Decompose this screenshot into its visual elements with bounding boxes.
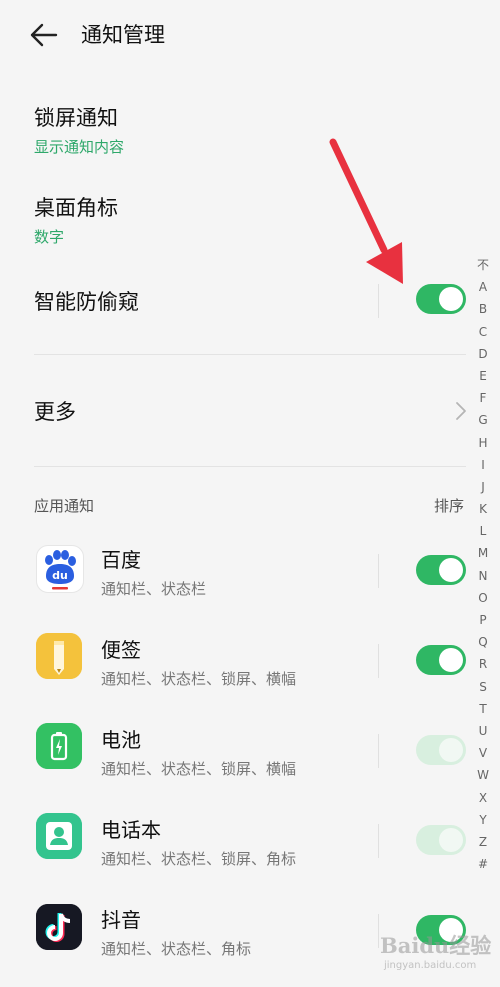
app-row-notes[interactable]: 便签 通知栏、状态栏、锁屏、横幅 <box>0 630 500 700</box>
alphabet-index-letter[interactable]: A <box>472 276 494 298</box>
app-row-contacts[interactable]: 电话本 通知栏、状态栏、锁屏、角标 <box>0 810 500 880</box>
alphabet-index-letter[interactable]: V <box>472 742 494 764</box>
baidu-watermark: Baidu经验 jingyan.baidu.com <box>380 926 492 980</box>
app-detail: 通知栏、状态栏、锁屏、横幅 <box>101 760 297 778</box>
desktop-badge-value: 数字 <box>34 228 65 246</box>
app-detail: 通知栏、状态栏 <box>101 580 207 598</box>
alphabet-index-letter[interactable]: T <box>472 698 494 720</box>
divider <box>378 734 379 768</box>
alphabet-index-letter[interactable]: L <box>472 520 494 542</box>
app-toggle-baidu[interactable] <box>416 555 466 585</box>
notes-pen-icon <box>36 633 82 679</box>
more-row[interactable]: 更多 <box>0 386 500 436</box>
desktop-badge-row[interactable]: 桌面角标 数字 <box>0 186 500 256</box>
svg-text:du: du <box>52 569 68 582</box>
divider <box>34 354 466 355</box>
alphabet-index-letter[interactable]: S <box>472 676 494 698</box>
app-detail: 通知栏、状态栏、锁屏、角标 <box>101 850 297 868</box>
contacts-icon <box>36 813 82 859</box>
page-title: 通知管理 <box>81 23 165 47</box>
chevron-right-icon[interactable] <box>454 400 468 422</box>
more-label: 更多 <box>34 400 76 424</box>
anti-peek-toggle[interactable] <box>416 284 466 314</box>
alphabet-index-letter[interactable]: J <box>472 476 494 498</box>
app-toggle-notes[interactable] <box>416 645 466 675</box>
app-name: 便签 <box>101 638 141 662</box>
app-row-baidu[interactable]: du 百度 通知栏、状态栏 <box>0 540 500 610</box>
alphabet-index-letter[interactable]: I <box>472 454 494 476</box>
app-name: 电池 <box>101 728 141 752</box>
alphabet-index-letter[interactable]: H <box>472 432 494 454</box>
battery-icon <box>36 723 82 769</box>
desktop-badge-label: 桌面角标 <box>34 196 118 220</box>
alphabet-index-letter[interactable]: B <box>472 298 494 320</box>
baidu-paw-icon: du <box>36 545 84 593</box>
anti-peek-row: 智能防偷窥 <box>0 276 500 326</box>
alphabet-index-letter[interactable]: W <box>472 764 494 786</box>
arrow-left-icon[interactable] <box>28 20 60 50</box>
alphabet-index-letter[interactable]: P <box>472 609 494 631</box>
alphabet-index-letter[interactable]: Y <box>472 809 494 831</box>
alphabet-index-letter[interactable]: M <box>472 542 494 564</box>
alphabet-index-letter[interactable]: E <box>472 365 494 387</box>
alphabet-index-letter[interactable]: R <box>472 653 494 675</box>
app-detail: 通知栏、状态栏、角标 <box>101 940 252 958</box>
lock-screen-value: 显示通知内容 <box>34 138 125 156</box>
alphabet-index-letter[interactable]: U <box>472 720 494 742</box>
alphabet-index-letter[interactable]: C <box>472 321 494 343</box>
divider <box>378 914 379 948</box>
alphabet-index-letter[interactable]: G <box>472 409 494 431</box>
alphabet-index-letter[interactable]: X <box>472 787 494 809</box>
douyin-icon <box>36 904 82 950</box>
alphabet-index-letter[interactable]: # <box>472 853 494 875</box>
alphabet-index-letter[interactable]: O <box>472 587 494 609</box>
alphabet-index-letter[interactable]: N <box>472 565 494 587</box>
alphabet-index-letter[interactable]: D <box>472 343 494 365</box>
lock-screen-label: 锁屏通知 <box>34 106 118 130</box>
app-toggle-battery[interactable] <box>416 735 466 765</box>
alphabet-index-letter[interactable]: Q <box>472 631 494 653</box>
lock-screen-notification-row[interactable]: 锁屏通知 显示通知内容 <box>0 96 500 166</box>
app-name: 电话本 <box>101 818 161 842</box>
divider <box>378 644 379 678</box>
sort-button[interactable]: 排序 <box>434 495 464 516</box>
app-row-battery[interactable]: 电池 通知栏、状态栏、锁屏、横幅 <box>0 720 500 790</box>
app-notification-section-label: 应用通知 <box>34 497 95 515</box>
watermark-text: Baidu经验 <box>380 933 492 958</box>
divider <box>34 466 466 467</box>
alphabet-index-letter[interactable]: Z <box>472 831 494 853</box>
divider <box>378 284 379 318</box>
divider <box>378 554 379 588</box>
anti-peek-label: 智能防偷窥 <box>34 290 139 314</box>
header-bar: 通知管理 <box>0 0 500 70</box>
app-detail: 通知栏、状态栏、锁屏、横幅 <box>101 670 297 688</box>
alphabet-index-letter[interactable]: F <box>472 387 494 409</box>
app-name: 抖音 <box>101 908 141 932</box>
watermark-subtext: jingyan.baidu.com <box>384 960 477 971</box>
alphabet-index-letter[interactable]: 不 <box>472 254 494 276</box>
divider <box>378 824 379 858</box>
alphabet-index[interactable]: 不 A B C D E F G H I J K L M N O P Q R S T U V W X Y Z # <box>472 254 494 875</box>
alphabet-index-letter[interactable]: K <box>472 498 494 520</box>
app-name: 百度 <box>101 548 141 572</box>
app-toggle-contacts[interactable] <box>416 825 466 855</box>
